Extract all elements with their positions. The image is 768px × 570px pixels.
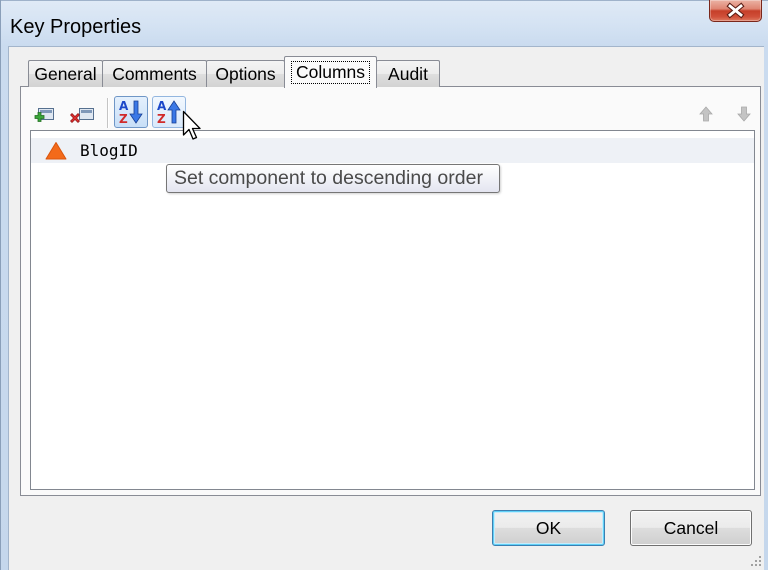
sort-descending-button[interactable]: A Z xyxy=(152,96,186,128)
close-icon xyxy=(726,2,745,19)
add-column-icon xyxy=(34,108,54,122)
icon-letter: Z xyxy=(119,112,128,126)
tab-label: Options xyxy=(215,63,276,84)
toolbar-separator xyxy=(107,98,109,128)
tooltip-text: Set component to descending order xyxy=(174,167,483,189)
icon-letter: Z xyxy=(157,112,166,126)
move-up-button[interactable] xyxy=(697,101,715,127)
tab-options[interactable]: Options xyxy=(206,60,285,87)
key-properties-dialog: Key Properties General Comments Options … xyxy=(0,0,768,570)
resize-grip[interactable] xyxy=(750,554,762,566)
tab-label: Comments xyxy=(112,63,197,84)
sort-descending-icon: A Z xyxy=(157,99,181,126)
columns-tab-panel: A Z A Z BlogID xyxy=(20,86,761,496)
tooltip: Set component to descending order xyxy=(166,164,500,193)
tab-label: Audit xyxy=(388,63,428,84)
close-button[interactable] xyxy=(709,0,762,22)
icon-letter: A xyxy=(157,99,167,113)
move-up-arrow-icon xyxy=(699,106,713,122)
sort-ascending-button[interactable]: A Z xyxy=(114,96,148,128)
move-down-button[interactable] xyxy=(735,101,753,127)
tab-columns[interactable]: Columns xyxy=(284,56,377,88)
dialog-body: General Comments Options Columns Audit A… xyxy=(8,46,764,570)
tab-label: Columns xyxy=(290,61,371,84)
cancel-button[interactable]: Cancel xyxy=(630,510,752,546)
remove-column-icon xyxy=(70,108,94,123)
title-bar[interactable]: Key Properties xyxy=(0,0,768,46)
column-name: BlogID xyxy=(80,141,138,160)
tab-audit[interactable]: Audit xyxy=(376,60,440,87)
window-title: Key Properties xyxy=(10,16,142,38)
resize-grip-icon xyxy=(751,556,761,566)
tab-comments[interactable]: Comments xyxy=(102,60,207,87)
icon-letter: A xyxy=(119,99,129,113)
tab-strip: General Comments Options Columns Audit xyxy=(8,46,764,88)
move-down-arrow-icon xyxy=(737,106,751,122)
ok-button[interactable]: OK xyxy=(492,510,605,546)
list-item[interactable]: BlogID xyxy=(31,138,754,163)
ascending-order-triangle-icon xyxy=(45,142,67,160)
arrow-pointer-icon xyxy=(182,110,201,140)
add-column-button[interactable] xyxy=(30,101,56,127)
remove-column-button[interactable] xyxy=(66,101,98,127)
sort-ascending-icon: A Z xyxy=(119,99,143,126)
tab-label: General xyxy=(34,63,97,84)
tab-general[interactable]: General xyxy=(28,60,103,87)
